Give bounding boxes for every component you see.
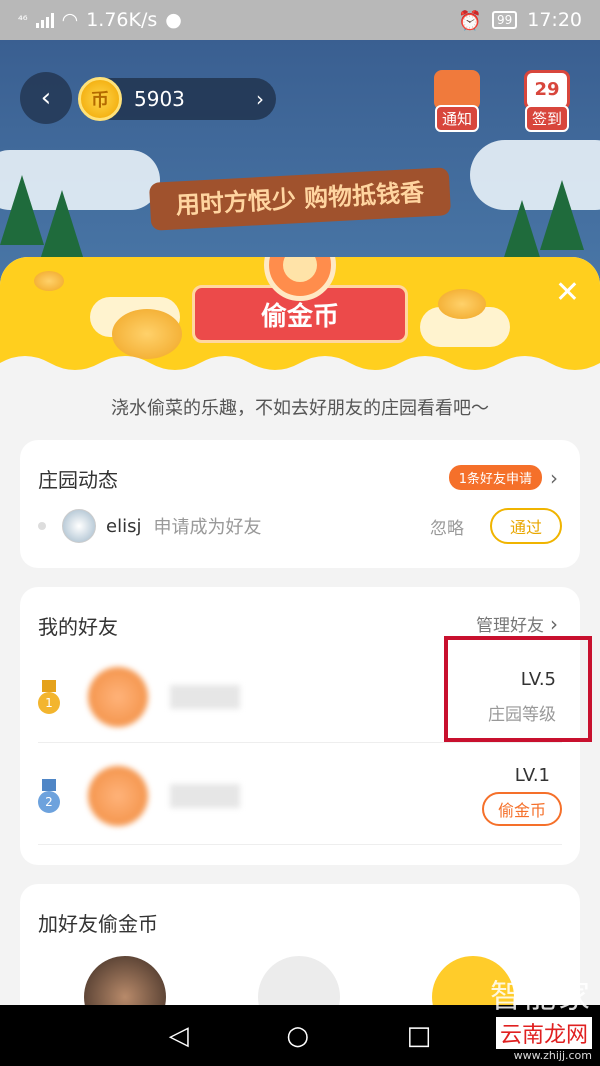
ignore-button[interactable]: 忽略 — [430, 514, 464, 539]
friend-request-link[interactable]: 1条好友申请 › — [448, 465, 558, 490]
friend-name — [170, 783, 240, 808]
slogan-banner: 用时方恨少 购物抵钱香 — [148, 167, 452, 231]
coin-icon — [34, 271, 64, 291]
request-message: 申请成为好友 — [153, 517, 262, 538]
watermark-line1: 智能家 — [489, 977, 592, 1015]
list-item[interactable]: 2 LV.1 偷金币 — [38, 747, 562, 845]
farm-activity-card: 庄园动态 1条好友申请 › elisj 申请成为好友 忽略 通过 — [20, 440, 580, 568]
coin-balance-button[interactable]: 币 5903 › — [78, 77, 276, 121]
watermark: 智能家 云南龙网 www.zhijj.com — [490, 971, 592, 1062]
steal-coins-button[interactable]: 偷金币 — [481, 792, 562, 826]
notify-button[interactable]: 通知 — [428, 70, 486, 132]
farm-activity-title: 庄园动态 — [38, 468, 118, 492]
message-icon: ● — [165, 9, 182, 31]
dot-icon — [38, 522, 46, 530]
avatar — [88, 666, 148, 727]
back-button[interactable]: ‹ — [20, 72, 72, 124]
friend-level: LV.1 偷金币 — [481, 765, 562, 826]
close-icon[interactable]: ✕ — [555, 275, 580, 310]
avatar — [88, 765, 148, 826]
friend-name — [170, 684, 240, 709]
manage-friends-label: 管理好友 — [476, 616, 544, 636]
chevron-right-icon: › — [550, 465, 558, 490]
watermark-line2: 云南龙网 — [495, 1017, 592, 1049]
silver-medal-icon: 2 — [38, 778, 60, 813]
manage-friends-link[interactable]: 管理好友 › — [476, 611, 558, 637]
notify-label: 通知 — [434, 105, 479, 132]
request-username: elisj — [106, 515, 142, 537]
gold-medal-icon: 1 — [38, 679, 60, 714]
chevron-right-icon: › — [256, 87, 264, 111]
coin-count: 5903 — [134, 87, 185, 111]
checkin-button[interactable]: 29 签到 — [518, 70, 576, 132]
clock: 17:20 — [527, 9, 582, 31]
coin-icon: 币 — [78, 77, 122, 121]
checkin-label: 签到 — [524, 105, 569, 132]
calendar-icon: 29 — [524, 70, 570, 110]
network-type: ⁴⁶ — [18, 13, 28, 27]
modal-subtitle: 浇水偷菜的乐趣，不如去好朋友的庄园看看吧～ — [111, 398, 489, 419]
chat-bubble-icon — [434, 70, 480, 110]
coin-icon — [438, 289, 486, 319]
back-triangle-icon[interactable]: ◁ — [169, 1021, 189, 1051]
network-speed: 1.76K/s — [86, 9, 158, 31]
home-circle-icon[interactable]: ○ — [286, 1021, 309, 1051]
friend-request-badge: 1条好友申请 — [448, 465, 542, 490]
chevron-left-icon: ‹ — [40, 83, 52, 113]
watermark-url: www.zhijj.com — [513, 1049, 592, 1062]
friend-request-row: elisj 申请成为好友 忽略 通过 — [38, 506, 562, 546]
add-friends-title: 加好友偷金币 — [38, 912, 158, 936]
status-bar: ⁴⁶ ◠ 1.76K/s ● ⏰ 99 17:20 — [0, 0, 600, 40]
signal-icon — [35, 12, 54, 28]
chevron-right-icon: › — [550, 611, 558, 636]
battery-icon: 99 — [491, 11, 518, 29]
recent-apps-icon[interactable]: □ — [407, 1021, 432, 1051]
accept-button[interactable]: 通过 — [489, 508, 562, 544]
alarm-icon: ⏰ — [458, 9, 482, 32]
wave-divider — [0, 356, 600, 377]
avatar[interactable] — [62, 509, 96, 543]
highlight-box — [444, 636, 592, 742]
wifi-icon: ◠ — [61, 9, 79, 31]
my-friends-title: 我的好友 — [38, 615, 118, 639]
